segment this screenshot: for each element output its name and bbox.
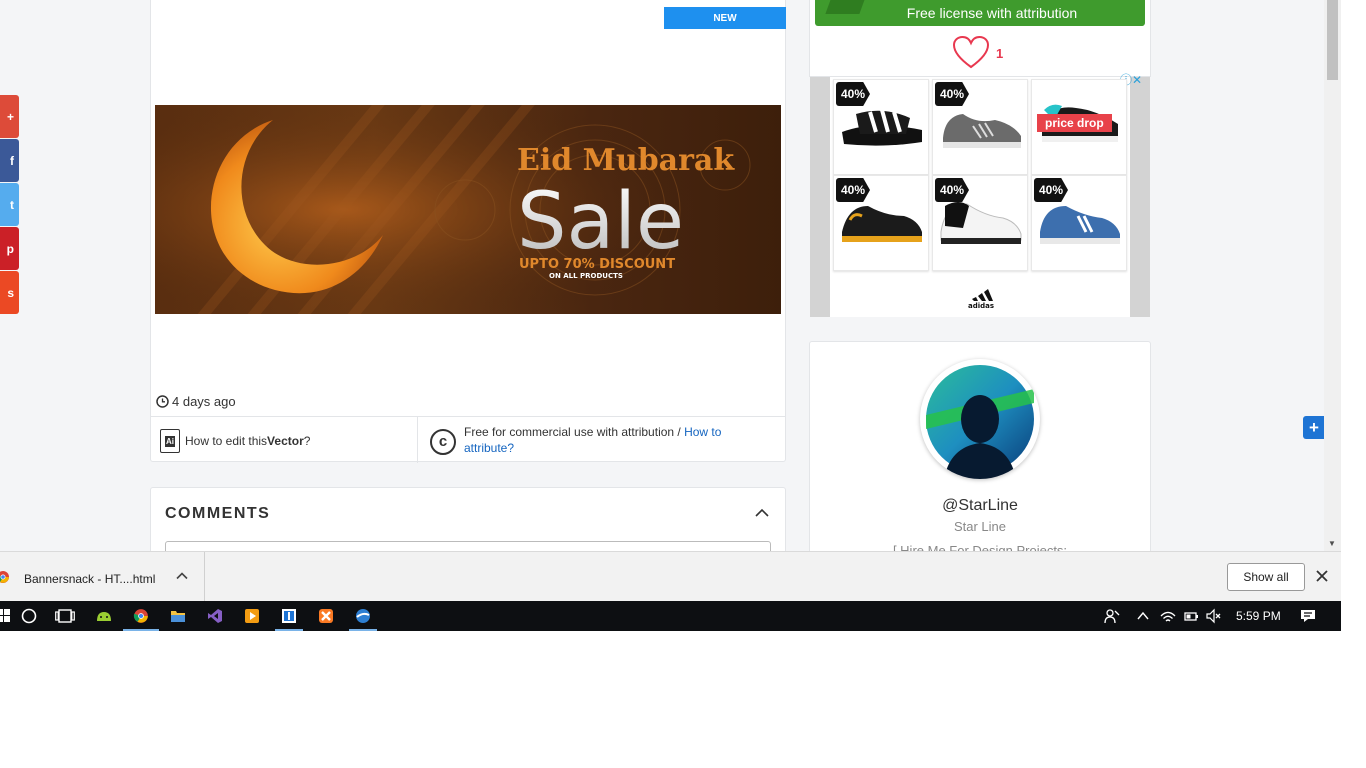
author-handle[interactable]: @StarLine [810, 497, 1150, 515]
like-count: 1 [996, 45, 1004, 61]
author-bio: [ Hire Me For Design Projects: [892, 543, 1068, 551]
browser-icon[interactable] [353, 606, 373, 626]
chevron-up-icon[interactable] [755, 506, 769, 520]
twitter-share-button[interactable]: t [0, 183, 19, 226]
chevron-up-icon[interactable] [1135, 608, 1151, 624]
discount-tag: 40% [935, 178, 969, 202]
scroll-down-icon[interactable]: ▼ [1328, 539, 1336, 548]
add-button[interactable]: + [1303, 416, 1325, 439]
heart-icon [952, 36, 990, 69]
close-icon[interactable] [1315, 569, 1329, 583]
battery-icon[interactable] [1183, 608, 1199, 624]
ad-product-tile[interactable]: 40% [932, 79, 1028, 175]
like-button[interactable]: 1 [952, 36, 1003, 70]
google-plus-icon: + [6, 109, 14, 124]
edit-type: Vector [267, 434, 304, 448]
open-app-indicator [349, 629, 377, 631]
free-license-button[interactable]: Free license with attribution [815, 0, 1145, 26]
ad-content[interactable]: ⓘ✕ 40% 40% price drop 40% 40% 40% adidas [830, 73, 1142, 317]
edit-help-link[interactable]: Ai How to edit this Vector? [160, 429, 310, 453]
cortana-icon[interactable] [19, 606, 39, 626]
copyright-icon: c [430, 429, 456, 455]
preview-image[interactable]: Eid Mubarak Sale UPTO 70% DISCOUNT ON AL… [155, 105, 781, 314]
info-row: Ai How to edit this Vector? c Free for c… [150, 416, 786, 463]
discount-tag: 40% [1034, 178, 1068, 202]
banner-subline: ON ALL PRODUCTS [549, 272, 623, 280]
edit-prefix: How to edit this [185, 434, 268, 448]
comments-section: COMMENTS [150, 487, 786, 551]
license-text: Free for commercial use with attribution… [464, 425, 685, 439]
file-explorer-icon[interactable] [168, 606, 188, 626]
chevron-up-icon[interactable] [176, 570, 188, 582]
ad-product-tile[interactable]: 40% [833, 79, 929, 175]
author-name: Star Line [953, 519, 1007, 534]
download-item[interactable]: Bannersnack - HT....html [0, 552, 205, 602]
info-divider [417, 417, 418, 463]
discount-tag: 40% [836, 178, 870, 202]
browser-viewport: + f t p s NEW Eid Mubarak Sale UPTO 70% … [0, 0, 1341, 551]
app-icon[interactable] [279, 606, 299, 626]
facebook-share-button[interactable]: f [0, 139, 19, 182]
show-all-button[interactable]: Show all [1227, 563, 1305, 591]
published-time: 4 days ago [156, 394, 236, 409]
banner-headline: Sale [517, 177, 684, 267]
comments-title: COMMENTS [165, 505, 271, 522]
ad-product-tile[interactable]: price drop [1031, 79, 1127, 175]
download-file-name: Bannersnack - HT....html [24, 572, 156, 586]
people-icon[interactable] [1104, 608, 1120, 624]
pinterest-icon: p [6, 241, 14, 256]
windows-start-icon[interactable] [0, 606, 14, 626]
price-drop-label: price drop [1037, 114, 1112, 132]
open-app-indicator [275, 629, 303, 631]
ad-product-tile[interactable]: 40% [932, 175, 1028, 271]
media-player-icon[interactable] [242, 606, 262, 626]
page-scrollbar[interactable]: ▼ [1324, 0, 1341, 551]
ad-brand-text: adidas [968, 302, 994, 309]
twitter-icon: t [10, 197, 14, 212]
adidas-logo: adidas [968, 289, 994, 309]
system-clock[interactable]: 5:59 PM [1236, 609, 1281, 623]
eid-banner-artwork: Eid Mubarak Sale UPTO 70% DISCOUNT ON AL… [155, 105, 781, 314]
google-plus-share-button[interactable]: + [0, 95, 19, 138]
license-button-label: Free license with attribution [906, 5, 1078, 21]
advertisement[interactable]: ⓘ✕ 40% 40% price drop 40% 40% 40% adidas [810, 73, 1150, 317]
active-app-indicator [123, 629, 159, 631]
author-profile-card: @StarLine Star Line [ Hire Me For Design… [809, 341, 1151, 551]
clock-icon [156, 395, 169, 408]
time-ago-text: 4 days ago [172, 394, 236, 409]
visual-studio-icon[interactable] [205, 606, 225, 626]
scrollbar-thumb[interactable] [1327, 0, 1338, 80]
discount-tag: 40% [836, 82, 870, 106]
chrome-file-icon [0, 571, 9, 583]
download-bar: Bannersnack - HT....html Show all [0, 551, 1341, 602]
license-badge-icon [825, 0, 867, 14]
task-view-icon[interactable] [55, 606, 75, 626]
avatar[interactable] [920, 359, 1040, 479]
wifi-icon[interactable] [1160, 608, 1176, 624]
ad-product-tile[interactable]: 40% [833, 175, 929, 271]
new-badge: NEW [664, 7, 786, 29]
edit-suffix: ? [303, 434, 311, 448]
action-center-icon[interactable] [1300, 608, 1316, 624]
banner-discount: UPTO 70% DISCOUNT [519, 257, 675, 272]
illustrator-file-icon: Ai [160, 429, 180, 453]
comment-input[interactable] [165, 541, 771, 551]
ad-product-tile[interactable]: 40% [1031, 175, 1127, 271]
pinterest-share-button[interactable]: p [0, 227, 19, 270]
stumbleupon-share-button[interactable]: s [0, 271, 19, 314]
xampp-icon[interactable] [316, 606, 336, 626]
plus-icon: + [1309, 417, 1319, 437]
android-studio-icon[interactable] [94, 606, 114, 626]
chrome-icon[interactable] [131, 606, 151, 626]
windows-taskbar: 5:59 PM [0, 601, 1341, 631]
discount-tag: 40% [935, 82, 969, 106]
license-info: c Free for commercial use with attributi… [430, 424, 764, 456]
volume-muted-icon[interactable] [1206, 608, 1222, 624]
banner-title: Eid Mubarak [517, 143, 735, 178]
stumbleupon-icon: s [7, 285, 14, 300]
facebook-icon: f [10, 153, 14, 168]
